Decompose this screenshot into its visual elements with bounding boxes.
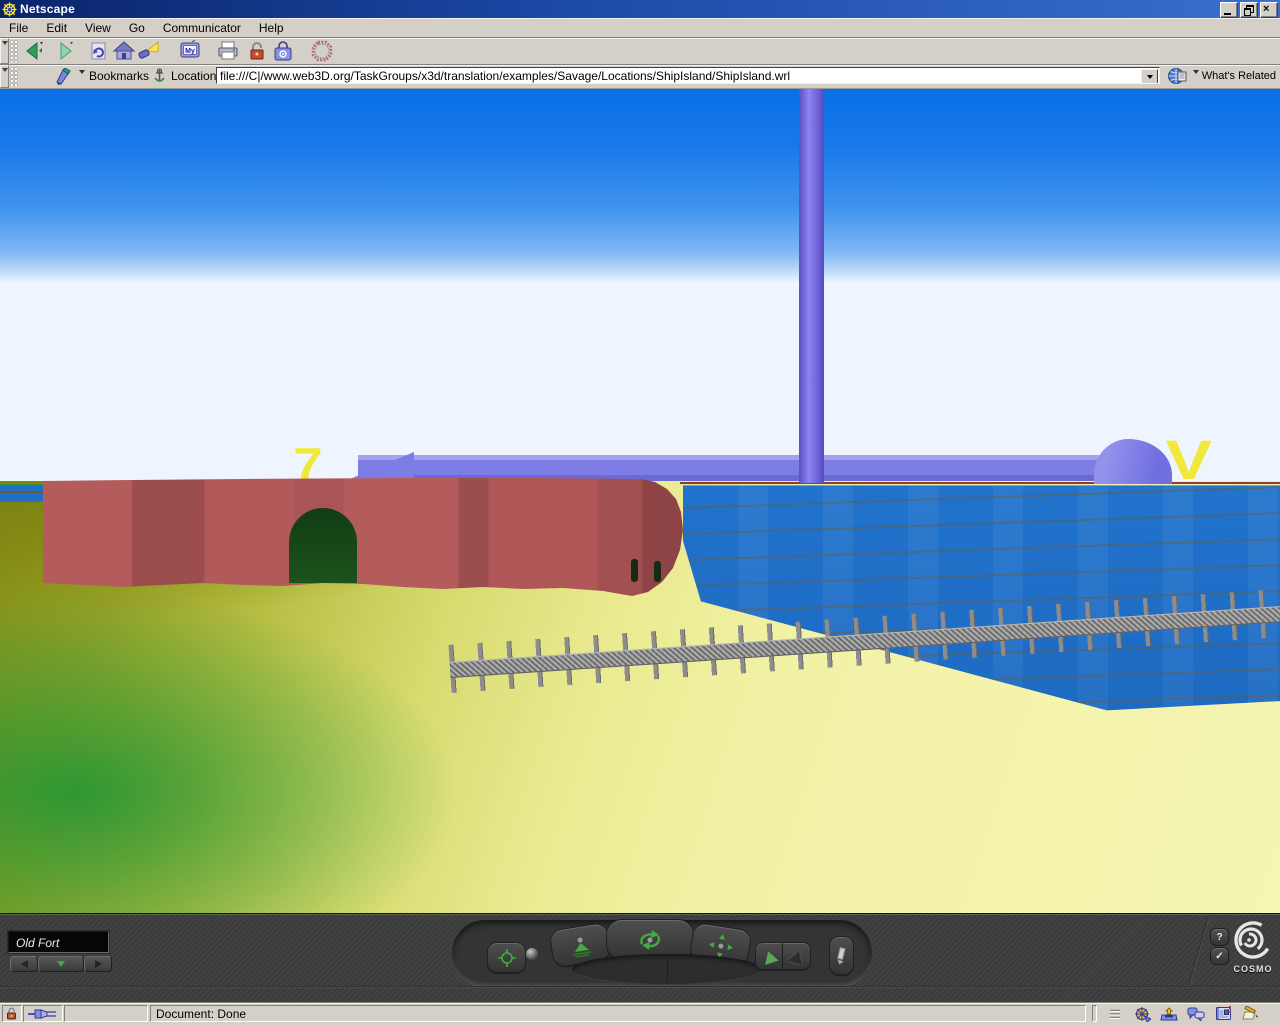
svg-text:My: My <box>185 48 195 55</box>
menu-communicator[interactable]: Communicator <box>154 19 250 37</box>
bookmarks-label: Bookmarks <box>89 69 149 83</box>
connection-status <box>23 1005 63 1022</box>
fort-slit <box>631 559 638 582</box>
undo-move-button[interactable] <box>755 942 784 971</box>
whats-related-menu[interactable]: What's Related <box>1167 67 1276 85</box>
scene-fort <box>43 478 683 598</box>
console-ball <box>526 948 538 960</box>
component-bar <box>1088 1005 1280 1022</box>
url-input[interactable]: file:///C|/www.web3D.org/TaskGroups/x3d/… <box>216 67 1160 84</box>
viewpoint-list-button[interactable] <box>38 956 84 972</box>
dashboard-groove <box>0 986 1280 988</box>
cosmo-player-dashboard: Old Fort <box>0 913 1280 1003</box>
minimize-button[interactable] <box>1220 2 1238 18</box>
url-dropdown-button[interactable] <box>1141 69 1158 84</box>
toolbar-grabber[interactable] <box>10 40 18 62</box>
forward-button[interactable] <box>50 39 78 63</box>
scene-water-left <box>0 484 45 502</box>
discussions-component-icon[interactable] <box>1187 1006 1205 1022</box>
stop-icon <box>310 39 334 63</box>
my-netscape-button[interactable]: My <box>176 39 204 63</box>
pencil-icon <box>835 947 848 965</box>
security-lock-icon <box>245 39 269 63</box>
location-icon <box>152 68 167 84</box>
reload-button[interactable] <box>84 39 112 63</box>
component-bar-menu-icon[interactable] <box>1106 1006 1124 1022</box>
plug-icon <box>28 1008 58 1020</box>
seek-button[interactable] <box>487 942 526 974</box>
redo-move-button[interactable] <box>782 942 811 971</box>
toolbar-collapse-tab[interactable] <box>0 38 9 64</box>
fort-slit <box>654 561 661 582</box>
stop-button[interactable] <box>308 39 336 63</box>
restore-button[interactable] <box>1240 2 1258 18</box>
rotate-icon <box>630 927 670 953</box>
title-bar: Netscape × <box>0 0 1280 18</box>
vrml-viewport[interactable]: 7 V <box>0 88 1280 914</box>
seek-crosshair-icon <box>497 948 517 968</box>
window-title: Netscape <box>20 2 75 16</box>
tilt-icon <box>566 933 595 959</box>
scene-marker-v: V <box>1165 432 1212 488</box>
viewpoint-display: Old Fort <box>8 931 109 953</box>
navigation-toolbar: My <box>0 38 1280 65</box>
security-button[interactable] <box>243 39 271 63</box>
scene-sky <box>0 89 1280 485</box>
netscape-logo-icon <box>2 2 17 17</box>
location-label: Location: <box>171 69 220 83</box>
reload-icon <box>86 39 110 63</box>
url-text: file:///C|/www.web3D.org/TaskGroups/x3d/… <box>220 69 790 83</box>
preferences-button[interactable] <box>829 936 854 976</box>
locbar-collapse-tab[interactable] <box>0 65 9 88</box>
menu-go[interactable]: Go <box>120 19 154 37</box>
composer-component-icon[interactable] <box>1241 1006 1259 1022</box>
security-status[interactable] <box>2 1005 22 1022</box>
search-button[interactable] <box>134 39 162 63</box>
back-icon <box>22 39 46 63</box>
my-netscape-icon: My <box>178 39 202 63</box>
menu-bar: File Edit View Go Communicator Help <box>0 18 1280 38</box>
fort-door <box>289 508 357 583</box>
next-viewpoint-button[interactable] <box>84 956 112 972</box>
menu-help[interactable]: Help <box>250 19 293 37</box>
whats-related-globe-icon <box>1167 67 1189 86</box>
component-bar-grip[interactable] <box>1092 1005 1097 1022</box>
shop-button[interactable] <box>269 39 297 63</box>
status-lock-icon <box>5 1007 19 1020</box>
cosmo-logo: COSMO <box>1226 918 1280 980</box>
shop-icon <box>271 39 295 63</box>
progress-indicator <box>64 1005 148 1022</box>
scene-flagpole <box>799 89 824 483</box>
dashboard-seam <box>1189 918 1210 984</box>
locbar-grabber[interactable] <box>10 67 18 86</box>
close-button[interactable]: × <box>1260 2 1278 18</box>
bookmarks-icon <box>54 68 74 85</box>
cosmo-spiral-icon <box>1231 918 1275 962</box>
whats-related-label: What's Related <box>1202 70 1276 82</box>
forward-icon <box>52 39 76 63</box>
menu-edit[interactable]: Edit <box>37 19 76 37</box>
console-trim <box>572 954 762 985</box>
navigator-component-icon[interactable] <box>1133 1006 1151 1022</box>
cosmo-brand-text: COSMO <box>1226 964 1280 974</box>
address-book-component-icon[interactable] <box>1214 1006 1232 1022</box>
inbox-component-icon[interactable] <box>1160 1006 1178 1022</box>
status-bar: Document: Done <box>0 1002 1280 1025</box>
search-icon <box>136 39 160 63</box>
home-icon <box>112 39 136 63</box>
location-bar: Bookmarks Location: file:///C|/www.web3D… <box>0 65 1280 89</box>
print-button[interactable] <box>214 39 242 63</box>
previous-viewpoint-button[interactable] <box>10 956 38 972</box>
document-status: Document: Done <box>150 1005 1086 1022</box>
bookmarks-menu[interactable]: Bookmarks <box>54 67 149 85</box>
menu-file[interactable]: File <box>0 19 37 37</box>
location-chip: Location: <box>152 67 220 85</box>
menu-view[interactable]: View <box>76 19 120 37</box>
back-button[interactable] <box>20 39 48 63</box>
scene-bridge <box>358 455 1106 481</box>
print-icon <box>216 39 240 63</box>
